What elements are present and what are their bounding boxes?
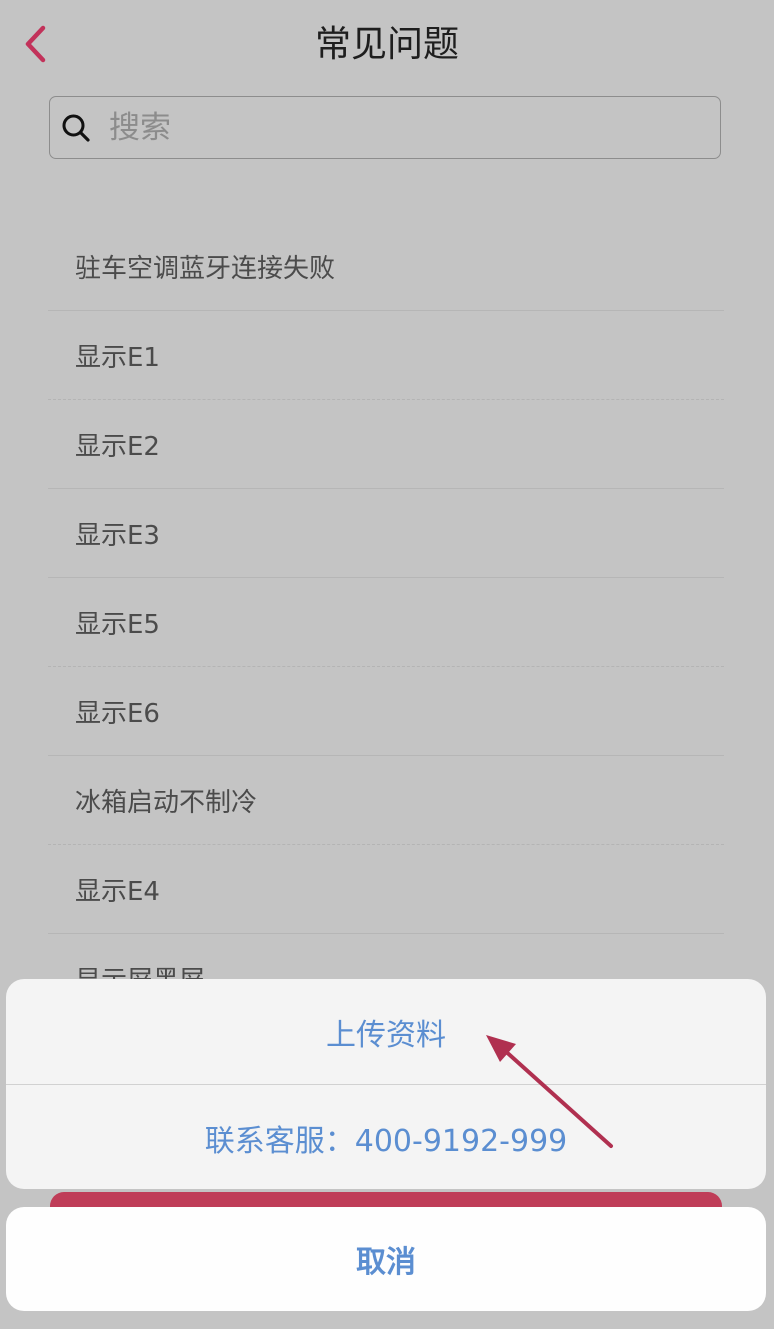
faq-item[interactable]: 显示E1 xyxy=(48,311,724,400)
faq-item-label: 驻车空调蓝牙连接失败 xyxy=(75,253,336,284)
faq-list: 驻车空调蓝牙连接失败 显示E1 显示E2 显示E3 显示E5 显示E6 冰箱启动… xyxy=(48,222,724,1023)
search-icon xyxy=(59,111,93,145)
search-input[interactable] xyxy=(109,109,669,146)
faq-item-label: 冰箱启动不制冷 xyxy=(75,787,258,818)
faq-item[interactable]: 显示E6 xyxy=(48,667,724,756)
faq-item[interactable]: 显示E3 xyxy=(48,489,724,578)
faq-item-label: 显示E5 xyxy=(75,609,160,640)
page-title: 常见问题 xyxy=(314,24,459,65)
faq-item[interactable]: 显示E2 xyxy=(48,400,724,489)
faq-item-label: 显示E6 xyxy=(75,698,160,729)
faq-item[interactable]: 显示E5 xyxy=(48,578,724,667)
cancel-button[interactable]: 取消 xyxy=(6,1207,766,1311)
faq-item-label: 显示E1 xyxy=(75,342,160,373)
upload-materials-button[interactable]: 上传资料 xyxy=(6,979,766,1084)
faq-item[interactable]: 冰箱启动不制冷 xyxy=(48,756,724,845)
faq-item-label: 显示E2 xyxy=(75,431,160,462)
faq-item-label: 显示E3 xyxy=(75,520,160,551)
search-box[interactable] xyxy=(49,96,721,159)
faq-item-label: 显示E4 xyxy=(75,876,160,907)
header-bar: 常见问题 xyxy=(0,0,774,92)
action-sheet: 上传资料 联系客服：400-9192-999 xyxy=(6,979,766,1189)
contact-support-button[interactable]: 联系客服：400-9192-999 xyxy=(6,1085,766,1189)
faq-item[interactable]: 显示E4 xyxy=(48,845,724,934)
faq-item[interactable]: 驻车空调蓝牙连接失败 xyxy=(48,222,724,311)
